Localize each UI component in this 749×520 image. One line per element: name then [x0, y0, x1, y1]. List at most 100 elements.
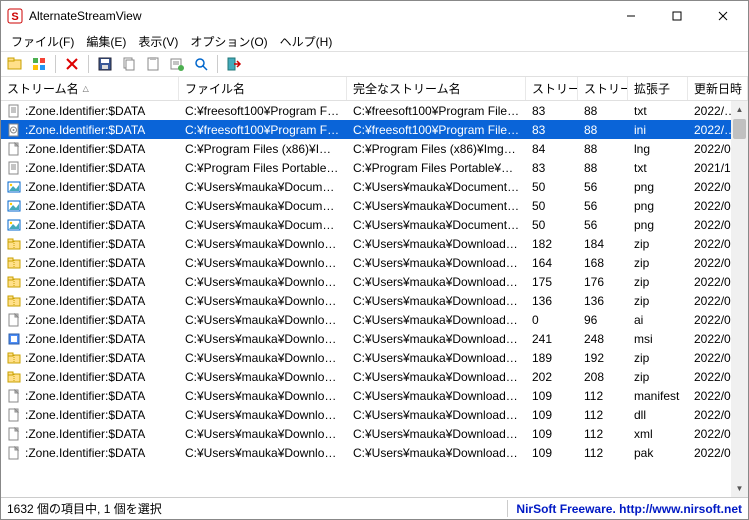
cell-file-name: C:¥Program Files (x86)¥ImgB...: [179, 142, 347, 156]
table-row[interactable]: :Zone.Identifier:$DATAC:¥Users¥mauka¥Dow…: [1, 405, 748, 424]
cell-full-name: C:¥Users¥mauka¥Downloads¥...: [347, 351, 526, 365]
cell-size1: 50: [526, 218, 578, 232]
cell-file-name: C:¥Users¥mauka¥Downloads...: [179, 237, 347, 251]
cell-full-name: C:¥freesoft100¥Program Files ...: [347, 123, 526, 137]
scroll-up-icon[interactable]: ▲: [731, 101, 748, 118]
filetype-icon: [7, 123, 21, 137]
cell-file-name: C:¥freesoft100¥Program File...: [179, 104, 347, 118]
cell-ext: manifest: [628, 389, 688, 403]
cell-ext: txt: [628, 104, 688, 118]
table-row[interactable]: :Zone.Identifier:$DATAC:¥Program Files P…: [1, 158, 748, 177]
copy-clipboard-button[interactable]: [143, 54, 163, 74]
cell-file-name: C:¥Users¥mauka¥Downloads...: [179, 256, 347, 270]
find-button[interactable]: [191, 54, 211, 74]
cell-size2: 56: [578, 218, 628, 232]
filetype-icon: [7, 104, 21, 118]
cell-full-name: C:¥Users¥mauka¥Downloads¥...: [347, 389, 526, 403]
table-row[interactable]: :Zone.Identifier:$DATAC:¥Users¥mauka¥Doc…: [1, 196, 748, 215]
cell-stream-name: :Zone.Identifier:$DATA: [25, 351, 145, 365]
open-folder-button[interactable]: [5, 54, 25, 74]
exit-button[interactable]: [224, 54, 244, 74]
cell-file-name: C:¥Users¥mauka¥Downloads...: [179, 332, 347, 346]
table-row[interactable]: :Zone.Identifier:$DATA C:¥Users¥mauka¥Dow…: [1, 253, 748, 272]
cell-size1: 83: [526, 161, 578, 175]
table-row[interactable]: :Zone.Identifier:$DATAC:¥Users¥mauka¥Dow…: [1, 291, 748, 310]
toolbar: [1, 51, 748, 77]
menu-file[interactable]: ファイル(F): [5, 31, 80, 52]
table-row[interactable]: :Zone.Identifier:$DATAC:¥Users¥mauka¥Dow…: [1, 272, 748, 291]
col-extension[interactable]: 拡張子: [628, 77, 688, 100]
menu-view[interactable]: 表示(V): [132, 31, 184, 52]
col-stream-size[interactable]: ストリー...: [526, 77, 578, 100]
cell-size1: 182: [526, 237, 578, 251]
cell-stream-name: :Zone.Identifier:$DATA: [25, 123, 145, 137]
cell-size1: 109: [526, 389, 578, 403]
cell-full-name: C:¥Users¥mauka¥Downloads¥...: [347, 427, 526, 441]
table-row[interactable]: :Zone.Identifier:$DATAC:¥Users¥mauka¥Doc…: [1, 215, 748, 234]
cell-full-name: C:¥Users¥mauka¥Downloads¥...: [347, 370, 526, 384]
cell-file-name: C:¥Users¥mauka¥Document...: [179, 199, 347, 213]
cell-ext: png: [628, 180, 688, 194]
table-row[interactable]: :Zone.Identifier:$DATAC:¥Users¥mauka¥Doc…: [1, 177, 748, 196]
table-row[interactable]: :Zone.Identifier:$DATAC:¥freesoft100¥Pro…: [1, 101, 748, 120]
filetype-icon: [7, 313, 21, 327]
table-row[interactable]: :Zone.Identifier:$DATAC:¥Users¥mauka¥Dow…: [1, 386, 748, 405]
cell-size2: 208: [578, 370, 628, 384]
cell-file-name: C:¥Users¥mauka¥Downloads...: [179, 427, 347, 441]
status-right[interactable]: NirSoft Freeware. http://www.nirsoft.net: [508, 502, 742, 516]
filetype-icon: [7, 199, 21, 213]
cell-full-name: C:¥Users¥mauka¥Downloads¥...: [347, 313, 526, 327]
col-file-name[interactable]: ファイル名: [179, 77, 347, 100]
cell-size2: 96: [578, 313, 628, 327]
cell-size2: 176: [578, 275, 628, 289]
table-rows[interactable]: :Zone.Identifier:$DATA C:¥freesoft100¥Pro…: [1, 101, 748, 462]
cell-size2: 112: [578, 427, 628, 441]
col-modified-date[interactable]: 更新日時: [688, 77, 748, 100]
vertical-scrollbar[interactable]: ▲ ▼: [731, 101, 748, 497]
cell-size1: 83: [526, 104, 578, 118]
table-row[interactable]: :Zone.Identifier:$DATA C:¥Program Files (…: [1, 139, 748, 158]
cell-stream-name: :Zone.Identifier:$DATA: [25, 142, 145, 156]
menu-edit[interactable]: 編集(E): [80, 31, 132, 52]
cell-stream-name: :Zone.Identifier:$DATA: [25, 256, 145, 270]
scan-button[interactable]: [29, 54, 49, 74]
table-row[interactable]: :Zone.Identifier:$DATAC:¥Users¥mauka¥Dow…: [1, 234, 748, 253]
cell-size2: 56: [578, 180, 628, 194]
cell-full-name: C:¥Users¥mauka¥Downloads¥...: [347, 237, 526, 251]
table-row[interactable]: :Zone.Identifier:$DATA C:¥Users¥mauka¥Dow…: [1, 348, 748, 367]
cell-ext: txt: [628, 161, 688, 175]
cell-file-name: C:¥Program Files Portable¥...: [179, 161, 347, 175]
cell-size1: 164: [526, 256, 578, 270]
cell-file-name: C:¥Users¥mauka¥Document...: [179, 180, 347, 194]
properties-button[interactable]: [167, 54, 187, 74]
table-row[interactable]: :Zone.Identifier:$DATAC:¥Users¥mauka¥Dow…: [1, 310, 748, 329]
col-full-stream-name[interactable]: 完全なストリーム名: [347, 77, 526, 100]
minimize-button[interactable]: [608, 1, 654, 31]
table-row[interactable]: :Zone.Identifier:$DATAC:¥Users¥mauka¥Dow…: [1, 424, 748, 443]
save-button[interactable]: [95, 54, 115, 74]
filetype-icon: [7, 161, 21, 175]
cell-ext: png: [628, 218, 688, 232]
menu-help[interactable]: ヘルプ(H): [274, 31, 339, 52]
col-stream-name[interactable]: ストリーム名△: [1, 77, 179, 100]
table-row[interactable]: :Zone.Identifier:$DATA C:¥freesoft100¥Pro…: [1, 120, 748, 139]
cell-stream-name: :Zone.Identifier:$DATA: [25, 370, 145, 384]
cell-size2: 88: [578, 161, 628, 175]
delete-button[interactable]: [62, 54, 82, 74]
table-row[interactable]: :Zone.Identifier:$DATAC:¥Users¥mauka¥Dow…: [1, 329, 748, 348]
copy-button[interactable]: [119, 54, 139, 74]
scrollbar-thumb[interactable]: [733, 119, 746, 139]
cell-file-name: C:¥Users¥mauka¥Downloads...: [179, 446, 347, 460]
col-stream-allocated[interactable]: ストリー...: [578, 77, 628, 100]
cell-ext: zip: [628, 370, 688, 384]
close-button[interactable]: [700, 1, 746, 31]
table-row[interactable]: :Zone.Identifier:$DATAC:¥Users¥mauka¥Dow…: [1, 443, 748, 462]
cell-file-name: C:¥Users¥mauka¥Downloads...: [179, 351, 347, 365]
table-row[interactable]: :Zone.Identifier:$DATA C:¥Users¥mauka¥Dow…: [1, 367, 748, 386]
filetype-icon: [7, 351, 21, 365]
maximize-button[interactable]: [654, 1, 700, 31]
menu-options[interactable]: オプション(O): [184, 31, 273, 52]
cell-ext: ini: [628, 123, 688, 137]
scroll-down-icon[interactable]: ▼: [731, 480, 748, 497]
cell-ext: zip: [628, 256, 688, 270]
